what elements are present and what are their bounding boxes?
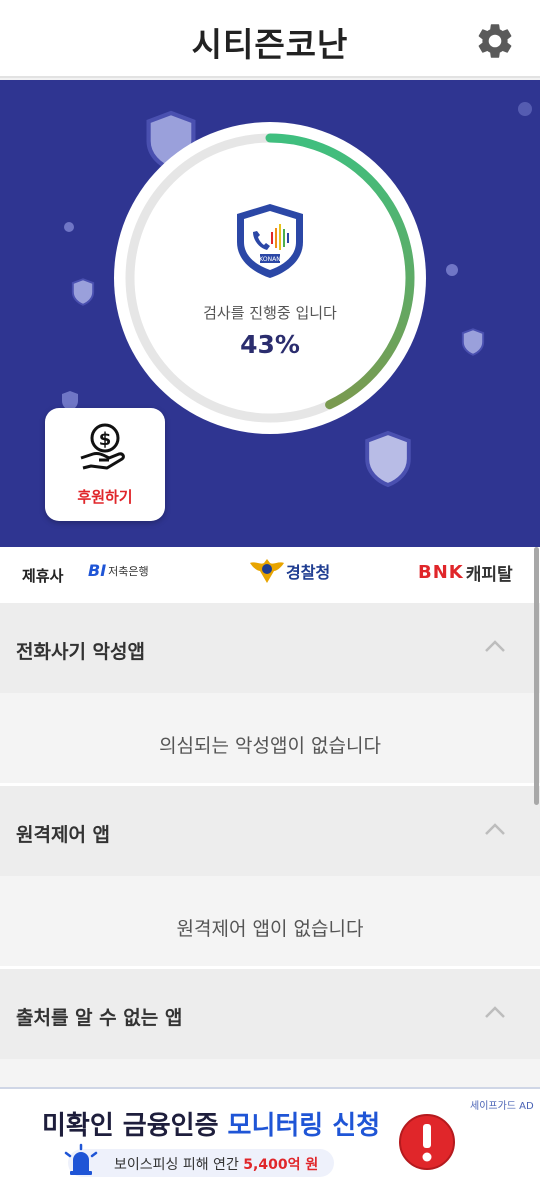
section-title: 전화사기 악성앱 <box>16 641 145 663</box>
scan-percent: 43% <box>240 330 300 359</box>
section-body-remote-control: 원격제어 앱이 없습니다 <box>0 876 540 966</box>
app-header: 시티즌코난 <box>0 0 540 78</box>
donate-label: 후원하기 <box>77 488 133 506</box>
section-title: 출처를 알 수 없는 앱 <box>16 1007 183 1029</box>
partners-label: 제휴사 <box>22 567 64 585</box>
section-message: 원격제어 앱이 없습니다 <box>176 918 364 940</box>
partner-name: 저축은행 <box>108 564 149 578</box>
ad-subtext: 보이스피싱 피해 연간 5,400억 원 <box>114 1154 318 1174</box>
ad-banner[interactable]: 세이프가드 AD 미확인 금융인증 모니터링 신청 보이스피싱 피해 연간 5,… <box>0 1087 540 1182</box>
ad-subline: 보이스피싱 피해 연간 5,400억 원 <box>64 1143 334 1177</box>
gear-icon[interactable] <box>474 20 516 62</box>
donate-button[interactable]: $ 후원하기 <box>45 408 165 521</box>
chevron-up-icon <box>485 1006 505 1018</box>
ad-sub-part1: 보이스피싱 피해 연간 <box>114 1157 244 1173</box>
decor-dot <box>518 102 532 116</box>
section-header-unknown-source[interactable]: 출처를 알 수 없는 앱 <box>0 969 540 1059</box>
ad-tag: 세이프가드 AD <box>470 1101 534 1112</box>
section-body-unknown-source <box>0 1059 540 1087</box>
svg-text:KONAN: KONAN <box>259 256 280 263</box>
ad-headline: 미확인 금융인증 모니터링 신청 <box>42 1105 380 1142</box>
shield-decor-icon <box>365 430 411 488</box>
scrollbar[interactable] <box>534 547 539 805</box>
svg-text:$: $ <box>99 429 112 450</box>
ad-headline-highlight: 모니터링 신청 <box>227 1111 381 1141</box>
partners-bar: 제휴사 BI 저축은행 경찰청 BNK 캐피탈 <box>0 547 540 603</box>
scan-progress-ring: KONAN <box>114 122 426 434</box>
section-title: 원격제어 앱 <box>16 824 111 846</box>
section-body-phishing-apps: 의심되는 악성앱이 없습니다 <box>0 693 540 783</box>
partner-name: 캐피탈 <box>465 565 513 585</box>
ad-sub-amount: 5,400억 원 <box>243 1157 319 1173</box>
partner-bnk-capital[interactable]: BNK 캐피탈 <box>418 560 513 585</box>
section-message: 의심되는 악성앱이 없습니다 <box>159 735 381 757</box>
decor-dot <box>64 222 74 232</box>
partner-savings-bank[interactable]: BI 저축은행 <box>88 561 149 580</box>
bi-logo-mark: BI <box>88 561 107 580</box>
ad-headline-part1: 미확인 금융인증 <box>42 1111 228 1141</box>
scan-status-text: 검사를 진행중 입니다 <box>203 304 337 322</box>
police-emblem-icon <box>250 559 284 583</box>
chevron-up-icon <box>485 823 505 835</box>
partner-name: 경찰청 <box>286 563 331 582</box>
app-title: 시티즌코난 <box>191 25 349 64</box>
chevron-up-icon <box>485 640 505 652</box>
section-header-phishing-apps[interactable]: 전화사기 악성앱 <box>0 603 540 693</box>
decor-dot <box>446 264 458 276</box>
partner-police[interactable]: 경찰청 <box>248 557 330 585</box>
money-hand-icon: $ <box>80 423 125 470</box>
section-header-remote-control[interactable]: 원격제어 앱 <box>0 786 540 876</box>
siren-icon <box>64 1143 98 1175</box>
bnk-logo-mark: BNK <box>418 562 464 583</box>
alert-icon <box>399 1114 455 1170</box>
